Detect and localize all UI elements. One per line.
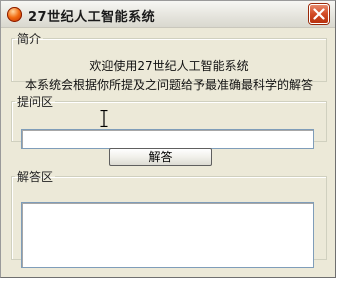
question-input[interactable] — [21, 129, 314, 149]
intro-line-welcome: 欢迎使用27世纪人工智能系统 — [89, 59, 249, 73]
answer-legend: 解答区 — [17, 170, 54, 184]
close-button[interactable] — [309, 4, 329, 24]
answer-button[interactable]: 解答 — [109, 148, 212, 166]
text-cursor-icon — [100, 110, 108, 127]
intro-group: 简介 欢迎使用27世纪人工智能系统 本系统会根据你所提及之问题给予最准确最科学的… — [11, 30, 327, 92]
app-window: 27世纪人工智能系统 简介 欢迎使用27世纪人工智能系统 本系统会根据你所提及之… — [0, 0, 336, 278]
close-icon — [313, 8, 325, 20]
intro-legend: 简介 — [17, 32, 42, 46]
question-legend: 提问区 — [17, 95, 54, 109]
answer-group: 解答区 — [11, 168, 327, 268]
intro-line-description: 本系统会根据你所提及之问题给予最准确最科学的解答 — [24, 78, 313, 92]
answer-textarea[interactable] — [21, 202, 314, 268]
title-bar[interactable]: 27世纪人工智能系统 — [1, 1, 335, 28]
app-orb-icon — [7, 7, 22, 22]
question-group: 提问区 — [11, 93, 327, 149]
window-title: 27世纪人工智能系统 — [28, 10, 156, 25]
